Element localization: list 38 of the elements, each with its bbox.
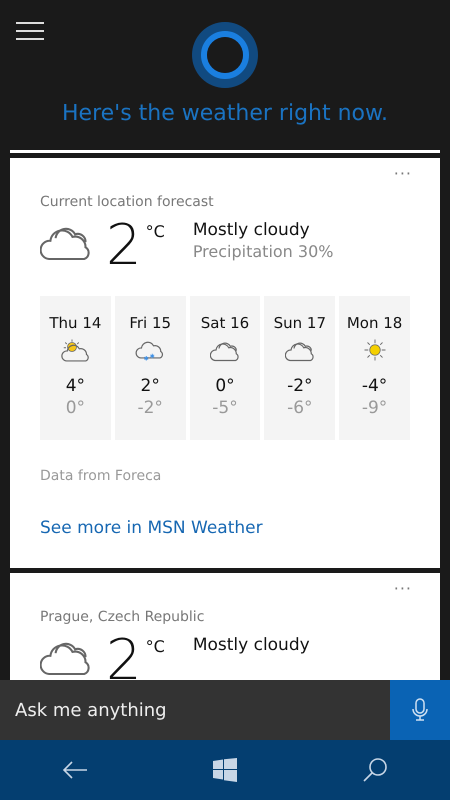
low-temperature: 0°	[66, 398, 86, 418]
low-temperature: -6°	[287, 398, 313, 418]
microphone-icon	[412, 698, 428, 722]
day-label: Mon 18	[346, 314, 402, 332]
high-temperature: -2°	[287, 376, 313, 396]
data-source-label: Data from Foreca	[40, 468, 162, 484]
condition-label: Mostly cloudy	[192, 635, 310, 655]
day-label: Thu 14	[49, 314, 102, 332]
condition-label: Mostly cloudy	[192, 220, 311, 240]
temperature-unit: °C	[146, 222, 165, 241]
precipitation-label: Precipitation 30%	[192, 242, 334, 261]
search-icon	[362, 757, 388, 783]
microphone-button[interactable]	[390, 680, 450, 740]
sun-cloud-icon	[60, 338, 90, 362]
more-options-button[interactable]: ···	[394, 164, 412, 183]
temperature-unit: °C	[146, 637, 165, 656]
high-temperature: 4°	[66, 376, 86, 396]
current-temperature: 2	[106, 220, 142, 272]
current-temperature: 2	[106, 635, 142, 680]
location-label: Prague, Czech Republic	[40, 609, 206, 625]
location-label: Current location forecast	[40, 194, 215, 210]
day-label: Fri 15	[129, 314, 172, 332]
msn-weather-link[interactable]: See more in MSN Weather	[40, 518, 263, 538]
more-options-button[interactable]: ···	[394, 579, 412, 598]
low-temperature: -2°	[137, 398, 163, 418]
search-field[interactable]: Ask me anything	[0, 680, 390, 740]
low-temperature: -9°	[362, 398, 388, 418]
day-label: Sun 17	[274, 314, 326, 332]
assistant-response: Here's the weather right now.	[62, 101, 388, 126]
windows-logo-icon	[213, 758, 237, 782]
high-temperature: -4°	[362, 376, 388, 396]
high-temperature: 2°	[140, 376, 160, 396]
high-temperature: 0°	[215, 376, 235, 396]
back-arrow-icon	[62, 760, 88, 780]
day-label: Sat 16	[200, 314, 250, 332]
menu-button[interactable]	[16, 22, 44, 40]
low-temperature: -5°	[212, 398, 238, 418]
assistant-ring-icon	[191, 21, 259, 89]
